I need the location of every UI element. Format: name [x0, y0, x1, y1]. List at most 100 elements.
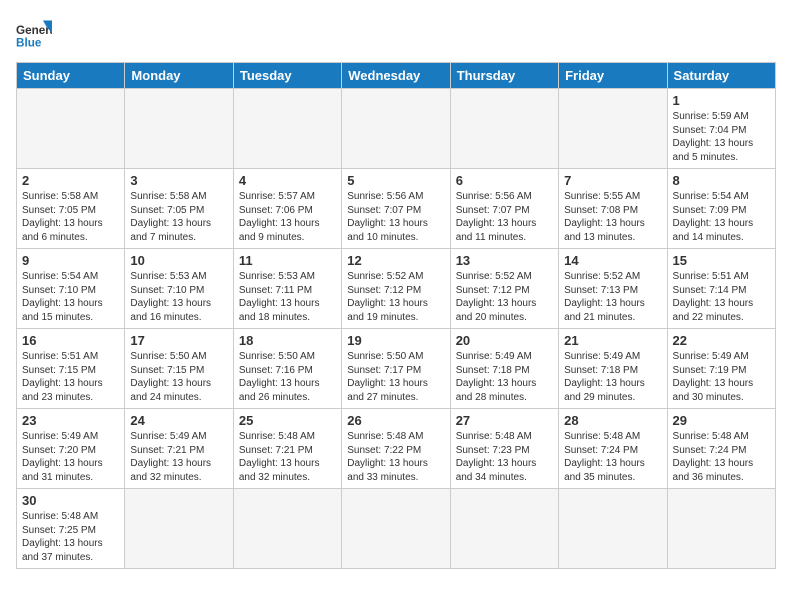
- day-cell: 8Sunrise: 5:54 AM Sunset: 7:09 PM Daylig…: [667, 169, 775, 249]
- day-info: Sunrise: 5:48 AM Sunset: 7:23 PM Dayligh…: [456, 430, 553, 484]
- day-number: 15: [673, 253, 770, 268]
- day-cell: [559, 489, 667, 569]
- day-number: 16: [22, 333, 119, 348]
- day-info: Sunrise: 5:48 AM Sunset: 7:22 PM Dayligh…: [347, 430, 444, 484]
- day-number: 5: [347, 173, 444, 188]
- day-cell: 1 Sunrise: 5:59 AM Sunset: 7:04 PM Daylig…: [667, 89, 775, 169]
- col-header-tuesday: Tuesday: [233, 63, 341, 89]
- day-info: Sunrise: 5:56 AM Sunset: 7:07 PM Dayligh…: [456, 190, 553, 244]
- day-cell: 5Sunrise: 5:56 AM Sunset: 7:07 PM Daylig…: [342, 169, 450, 249]
- day-info: Sunrise: 5:54 AM Sunset: 7:09 PM Dayligh…: [673, 190, 770, 244]
- day-number: 6: [456, 173, 553, 188]
- day-cell: 25 Sunrise: 5:48 AM Sunset: 7:21 PM Dayli…: [233, 409, 341, 489]
- day-cell: 21 Sunrise: 5:49 AM Sunset: 7:18 PM Dayli…: [559, 329, 667, 409]
- day-number: 18: [239, 333, 336, 348]
- week-row-1: 2 Sunrise: 5:58 AM Sunset: 7:05 PM Daylig…: [17, 169, 776, 249]
- day-cell: [125, 89, 233, 169]
- day-number: 25: [239, 413, 336, 428]
- day-info: Sunrise: 5:59 AM Sunset: 7:04 PM Dayligh…: [673, 110, 770, 164]
- day-number: 20: [456, 333, 553, 348]
- day-info: Sunrise: 5:49 AM Sunset: 7:19 PM Dayligh…: [673, 350, 770, 404]
- day-cell: 28Sunrise: 5:48 AM Sunset: 7:24 PM Dayli…: [559, 409, 667, 489]
- day-cell: 10 Sunrise: 5:53 AM Sunset: 7:10 PM Dayli…: [125, 249, 233, 329]
- week-row-0: 1 Sunrise: 5:59 AM Sunset: 7:04 PM Daylig…: [17, 89, 776, 169]
- day-number: 17: [130, 333, 227, 348]
- day-cell: 17 Sunrise: 5:50 AM Sunset: 7:15 PM Dayli…: [125, 329, 233, 409]
- day-cell: [559, 89, 667, 169]
- day-info: Sunrise: 5:50 AM Sunset: 7:15 PM Dayligh…: [130, 350, 227, 404]
- day-cell: 23Sunrise: 5:49 AM Sunset: 7:20 PM Dayli…: [17, 409, 125, 489]
- day-cell: 12 Sunrise: 5:52 AM Sunset: 7:12 PM Dayli…: [342, 249, 450, 329]
- day-cell: 18Sunrise: 5:50 AM Sunset: 7:16 PM Dayli…: [233, 329, 341, 409]
- day-cell: 20Sunrise: 5:49 AM Sunset: 7:18 PM Dayli…: [450, 329, 558, 409]
- day-info: Sunrise: 5:49 AM Sunset: 7:21 PM Dayligh…: [130, 430, 227, 484]
- day-number: 14: [564, 253, 661, 268]
- logo: General Blue: [16, 16, 58, 52]
- day-info: Sunrise: 5:52 AM Sunset: 7:12 PM Dayligh…: [347, 270, 444, 324]
- day-number: 21: [564, 333, 661, 348]
- day-cell: 4Sunrise: 5:57 AM Sunset: 7:06 PM Daylig…: [233, 169, 341, 249]
- day-cell: 6 Sunrise: 5:56 AM Sunset: 7:07 PM Daylig…: [450, 169, 558, 249]
- week-row-5: 30 Sunrise: 5:48 AM Sunset: 7:25 PM Dayli…: [17, 489, 776, 569]
- day-cell: 16 Sunrise: 5:51 AM Sunset: 7:15 PM Dayli…: [17, 329, 125, 409]
- day-number: 13: [456, 253, 553, 268]
- day-cell: 3 Sunrise: 5:58 AM Sunset: 7:05 PM Daylig…: [125, 169, 233, 249]
- day-number: 1: [673, 93, 770, 108]
- day-info: Sunrise: 5:53 AM Sunset: 7:11 PM Dayligh…: [239, 270, 336, 324]
- day-cell: [667, 489, 775, 569]
- logo-icon: General Blue: [16, 16, 52, 52]
- day-cell: 24 Sunrise: 5:49 AM Sunset: 7:21 PM Dayli…: [125, 409, 233, 489]
- week-row-3: 16 Sunrise: 5:51 AM Sunset: 7:15 PM Dayli…: [17, 329, 776, 409]
- day-cell: 11 Sunrise: 5:53 AM Sunset: 7:11 PM Dayli…: [233, 249, 341, 329]
- day-cell: 30 Sunrise: 5:48 AM Sunset: 7:25 PM Dayli…: [17, 489, 125, 569]
- day-number: 22: [673, 333, 770, 348]
- page-header: General Blue: [16, 16, 776, 52]
- day-cell: [342, 89, 450, 169]
- day-info: Sunrise: 5:49 AM Sunset: 7:18 PM Dayligh…: [564, 350, 661, 404]
- day-info: Sunrise: 5:54 AM Sunset: 7:10 PM Dayligh…: [22, 270, 119, 324]
- day-info: Sunrise: 5:58 AM Sunset: 7:05 PM Dayligh…: [130, 190, 227, 244]
- day-cell: 14 Sunrise: 5:52 AM Sunset: 7:13 PM Dayli…: [559, 249, 667, 329]
- day-number: 2: [22, 173, 119, 188]
- day-info: Sunrise: 5:52 AM Sunset: 7:12 PM Dayligh…: [456, 270, 553, 324]
- day-cell: 15Sunrise: 5:51 AM Sunset: 7:14 PM Dayli…: [667, 249, 775, 329]
- day-number: 12: [347, 253, 444, 268]
- day-cell: [125, 489, 233, 569]
- day-number: 29: [673, 413, 770, 428]
- day-number: 26: [347, 413, 444, 428]
- week-row-4: 23Sunrise: 5:49 AM Sunset: 7:20 PM Dayli…: [17, 409, 776, 489]
- day-cell: 9 Sunrise: 5:54 AM Sunset: 7:10 PM Daylig…: [17, 249, 125, 329]
- day-info: Sunrise: 5:53 AM Sunset: 7:10 PM Dayligh…: [130, 270, 227, 324]
- calendar-table: SundayMondayTuesdayWednesdayThursdayFrid…: [16, 62, 776, 569]
- day-number: 27: [456, 413, 553, 428]
- day-info: Sunrise: 5:58 AM Sunset: 7:05 PM Dayligh…: [22, 190, 119, 244]
- col-header-saturday: Saturday: [667, 63, 775, 89]
- day-number: 10: [130, 253, 227, 268]
- col-header-monday: Monday: [125, 63, 233, 89]
- day-info: Sunrise: 5:48 AM Sunset: 7:21 PM Dayligh…: [239, 430, 336, 484]
- day-cell: 26 Sunrise: 5:48 AM Sunset: 7:22 PM Dayli…: [342, 409, 450, 489]
- day-info: Sunrise: 5:48 AM Sunset: 7:24 PM Dayligh…: [673, 430, 770, 484]
- day-info: Sunrise: 5:51 AM Sunset: 7:15 PM Dayligh…: [22, 350, 119, 404]
- day-number: 3: [130, 173, 227, 188]
- day-cell: [342, 489, 450, 569]
- day-info: Sunrise: 5:52 AM Sunset: 7:13 PM Dayligh…: [564, 270, 661, 324]
- day-cell: [450, 489, 558, 569]
- week-row-2: 9 Sunrise: 5:54 AM Sunset: 7:10 PM Daylig…: [17, 249, 776, 329]
- day-cell: 29 Sunrise: 5:48 AM Sunset: 7:24 PM Dayli…: [667, 409, 775, 489]
- day-cell: [233, 89, 341, 169]
- day-number: 9: [22, 253, 119, 268]
- day-number: 23: [22, 413, 119, 428]
- col-header-wednesday: Wednesday: [342, 63, 450, 89]
- day-cell: 27 Sunrise: 5:48 AM Sunset: 7:23 PM Dayli…: [450, 409, 558, 489]
- day-cell: 2 Sunrise: 5:58 AM Sunset: 7:05 PM Daylig…: [17, 169, 125, 249]
- day-cell: 13 Sunrise: 5:52 AM Sunset: 7:12 PM Dayli…: [450, 249, 558, 329]
- day-number: 11: [239, 253, 336, 268]
- day-number: 30: [22, 493, 119, 508]
- day-cell: 7Sunrise: 5:55 AM Sunset: 7:08 PM Daylig…: [559, 169, 667, 249]
- header-row: SundayMondayTuesdayWednesdayThursdayFrid…: [17, 63, 776, 89]
- day-cell: 22 Sunrise: 5:49 AM Sunset: 7:19 PM Dayli…: [667, 329, 775, 409]
- day-number: 24: [130, 413, 227, 428]
- day-info: Sunrise: 5:48 AM Sunset: 7:25 PM Dayligh…: [22, 510, 119, 564]
- day-number: 28: [564, 413, 661, 428]
